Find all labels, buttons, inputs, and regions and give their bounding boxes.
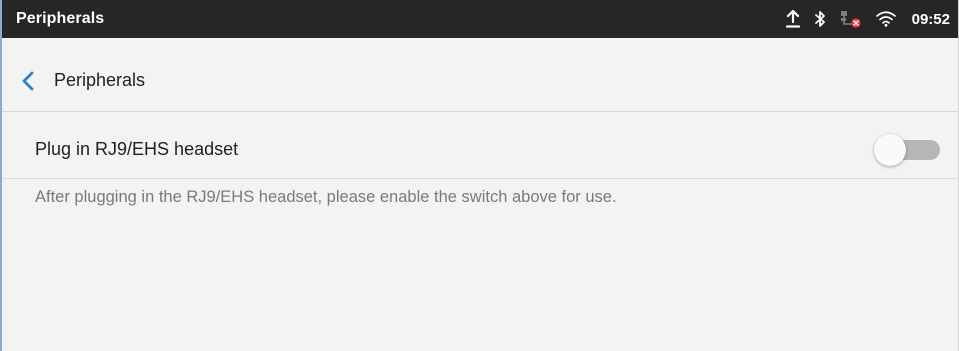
upload-icon <box>785 10 800 28</box>
toggle-thumb <box>874 133 906 166</box>
status-bar-title: Peripherals <box>16 10 105 27</box>
bluetooth-icon <box>814 10 826 28</box>
setting-label: Plug in RJ9/EHS headset <box>35 139 239 159</box>
status-clock: 09:52 <box>911 10 950 28</box>
headset-toggle-switch[interactable] <box>874 133 942 166</box>
page-title: Peripherals <box>54 70 146 90</box>
setting-row-rj9-ehs-headset[interactable]: Plug in RJ9/EHS headset <box>2 121 958 179</box>
setting-description: After plugging in the RJ9/EHS headset, p… <box>35 188 617 206</box>
app-toolbar: Peripherals <box>2 50 958 112</box>
status-bar: Peripherals 09:52 <box>2 0 958 38</box>
status-icons: 09:52 <box>785 10 950 28</box>
ethernet-error-icon <box>840 10 862 28</box>
wifi-icon <box>875 11 896 27</box>
chevron-left-icon <box>22 71 34 90</box>
back-button[interactable] <box>16 66 40 96</box>
settings-screen: Peripherals 09:52 Peripherals Plug in RJ… <box>0 0 959 351</box>
